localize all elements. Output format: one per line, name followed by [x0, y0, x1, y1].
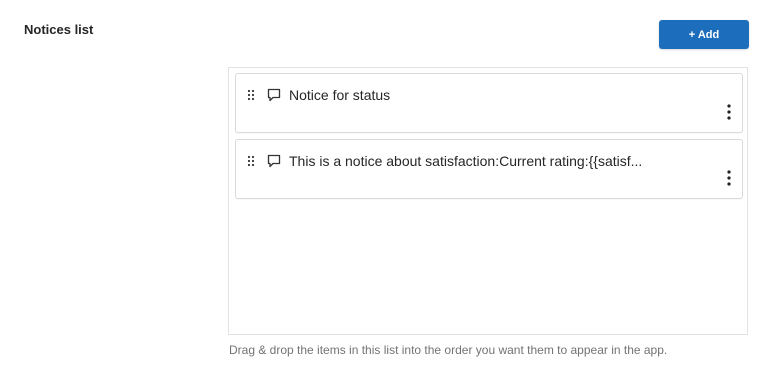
drag-handle-icon[interactable]	[247, 88, 255, 101]
notices-list: Notice for status This is a notice about…	[228, 67, 748, 335]
helper-text: Drag & drop the items in this list into …	[229, 343, 668, 357]
list-item[interactable]: Notice for status	[235, 73, 743, 133]
add-notice-button[interactable]: + Add	[659, 20, 749, 49]
more-options-icon[interactable]	[722, 103, 736, 121]
drag-handle-icon[interactable]	[247, 154, 255, 167]
comment-icon	[266, 153, 282, 169]
section-title: Notices list	[24, 22, 94, 37]
comment-icon	[266, 87, 282, 103]
notice-title: This is a notice about satisfaction:Curr…	[289, 153, 643, 169]
list-item[interactable]: This is a notice about satisfaction:Curr…	[235, 139, 743, 199]
more-options-icon[interactable]	[722, 169, 736, 187]
notices-list-settings: Notices list + Add Notice for status Thi…	[0, 0, 774, 374]
notice-title: Notice for status	[289, 87, 391, 103]
